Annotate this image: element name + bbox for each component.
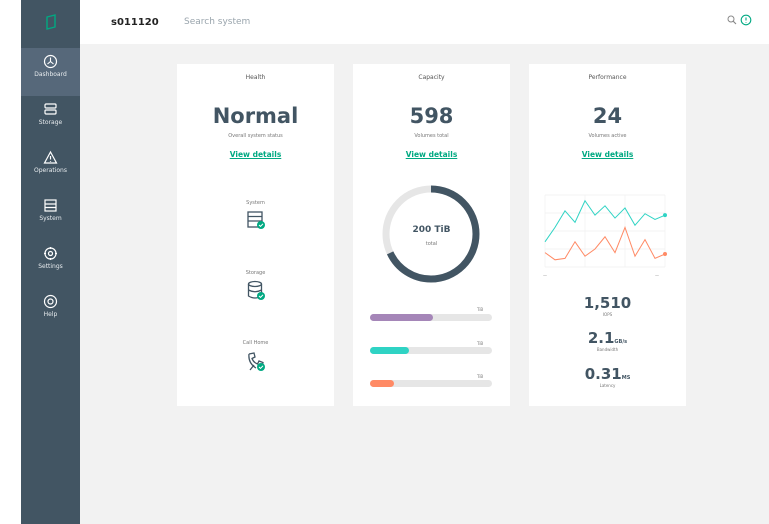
- clones-bar-fill: [370, 380, 395, 387]
- health-item-label: Call Home: [242, 340, 269, 346]
- performance-view-details-link[interactable]: View details: [529, 150, 686, 159]
- performance-value-sub: Volumes active: [588, 133, 627, 139]
- card-title: Health: [245, 74, 266, 81]
- metric-label: Bandwidth: [596, 347, 619, 352]
- health-item-storage[interactable]: Storage: [177, 270, 334, 305]
- metric-iops: 1,510 IOPS: [529, 293, 686, 317]
- health-item-label: Storage: [245, 270, 266, 276]
- sidebar-item-label: Operations: [34, 167, 67, 174]
- metric-latency: 0.31MS Latency: [529, 364, 686, 388]
- sidebar-item-label: Dashboard: [34, 71, 67, 78]
- search-input[interactable]: [184, 13, 404, 31]
- metric-unit: GB/s: [614, 339, 628, 345]
- logo-icon: [45, 14, 56, 30]
- chart-axis-end-label: —: [655, 273, 659, 278]
- status-ok-icon[interactable]: [740, 14, 752, 26]
- capacity-view-details-link[interactable]: View details: [353, 150, 510, 159]
- capacity-card: Capacity 598 Volumes total View details …: [353, 64, 510, 406]
- card-title: Capacity: [418, 74, 445, 81]
- sidebar-item-settings[interactable]: Settings: [21, 240, 80, 288]
- health-item-label: System: [246, 200, 265, 206]
- sidebar-item-label: System: [39, 215, 62, 222]
- health-card: Health Normal Overall system status View…: [177, 64, 334, 406]
- system-ok-icon: [246, 211, 265, 229]
- alert-icon: [43, 150, 58, 164]
- storage-ok-icon: [247, 280, 265, 300]
- chart-series-endpoint-1: [663, 213, 667, 218]
- performance-value: 24: [592, 104, 623, 128]
- health-status: Normal: [212, 104, 299, 128]
- volumes-bar-value: TiB: [477, 307, 484, 312]
- chart-series-line-2: [544, 225, 666, 261]
- chart-series-line-1: [544, 199, 666, 243]
- metric-value: 1,510: [583, 294, 632, 312]
- donut-value: 200 TiB: [412, 225, 451, 235]
- capacity-value: 598: [409, 104, 454, 128]
- card-title: Performance: [588, 74, 627, 81]
- call-home-ok-icon: [247, 352, 265, 371]
- storage-icon: [44, 103, 57, 115]
- performance-chart[interactable]: [541, 187, 675, 273]
- sidebar-item-storage[interactable]: Storage: [21, 96, 80, 144]
- capacity-value-sub: Volumes total: [414, 133, 449, 139]
- sidebar-item-system[interactable]: System: [21, 192, 80, 240]
- dashboard-icon: [43, 54, 58, 69]
- sidebar-item-label: Help: [43, 311, 58, 318]
- metric-bandwidth: 2.1GB/s Bandwidth: [529, 328, 686, 352]
- donut-sub: total: [425, 241, 438, 247]
- sidebar-item-label: Storage: [38, 119, 63, 126]
- volumes-bar-fill: [370, 314, 434, 321]
- performance-card: Performance 24 Volumes active View detai…: [529, 64, 686, 406]
- search-icon[interactable]: [727, 15, 737, 25]
- clones-bar[interactable]: [370, 380, 492, 387]
- top-bar: s011120: [80, 0, 769, 44]
- health-view-details-link[interactable]: View details: [177, 150, 334, 159]
- chart-axis-start-label: —: [543, 273, 547, 278]
- clones-bar-value: TiB: [477, 374, 484, 379]
- health-item-call-home[interactable]: Call Home: [177, 340, 334, 376]
- sidebar: Dashboard Storage Operations System Sett…: [21, 0, 80, 524]
- health-item-system[interactable]: System: [177, 200, 334, 234]
- sidebar-item-operations[interactable]: Operations: [21, 144, 80, 192]
- metric-unit: MS: [621, 375, 631, 381]
- metric-label: IOPS: [602, 312, 613, 317]
- snapshots-bar-value: TiB: [477, 341, 484, 346]
- snapshots-bar[interactable]: [370, 347, 492, 354]
- volumes-bar[interactable]: [370, 314, 492, 321]
- sidebar-item-help[interactable]: Help: [21, 288, 80, 336]
- metric-value: 0.31: [584, 365, 622, 383]
- sidebar-item-label: Settings: [38, 263, 63, 270]
- app-logo[interactable]: [21, 0, 80, 44]
- metric-label: Latency: [599, 383, 616, 388]
- metric-value: 2.1: [587, 329, 615, 347]
- sidebar-item-dashboard[interactable]: Dashboard: [21, 48, 80, 96]
- settings-icon: [44, 247, 57, 260]
- chart-series-endpoint-2: [663, 252, 667, 257]
- snapshots-bar-fill: [370, 347, 410, 354]
- health-status-sub: Overall system status: [228, 133, 283, 139]
- system-name[interactable]: s011120: [111, 17, 159, 28]
- server-icon: [44, 199, 57, 212]
- dashboard-content: Health Normal Overall system status View…: [80, 44, 769, 524]
- help-icon: [43, 294, 58, 309]
